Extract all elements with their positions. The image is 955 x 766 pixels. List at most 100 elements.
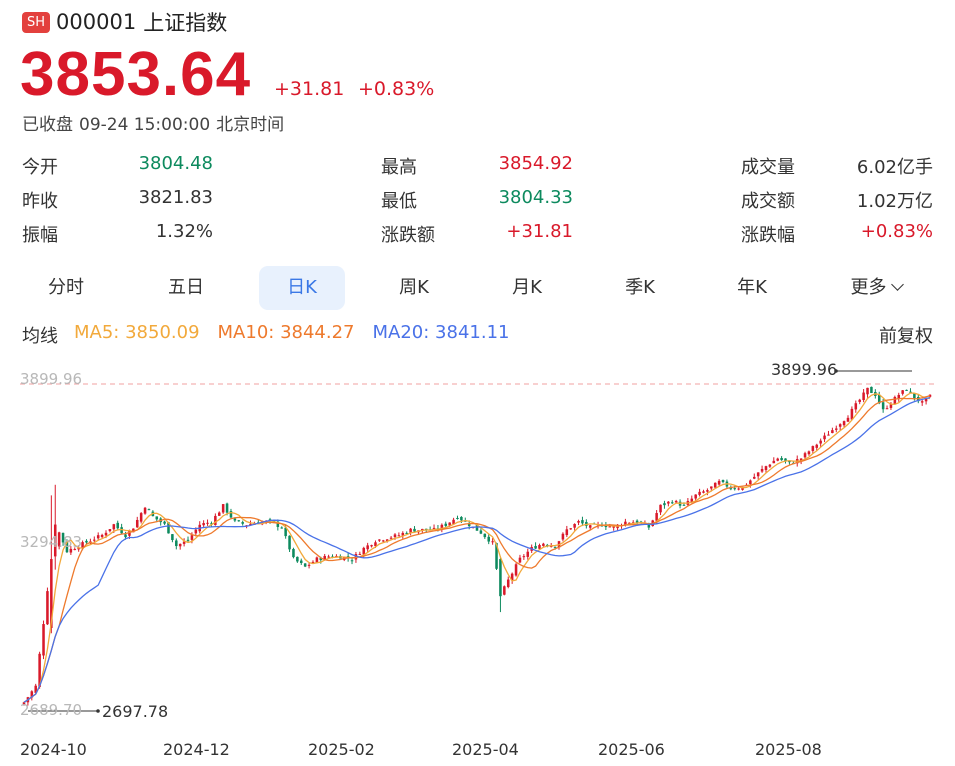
stock-name: 上证指数	[143, 11, 228, 35]
candle-body	[171, 534, 174, 541]
candle-body	[397, 535, 401, 537]
candle-body	[139, 513, 143, 522]
last-price: 3853.64	[20, 40, 252, 109]
x-axis-label: 2024-12	[163, 740, 230, 759]
candle-body	[362, 547, 366, 555]
candle-body	[112, 524, 116, 530]
candle-body	[506, 579, 510, 588]
candle-body	[147, 509, 151, 511]
candle-body	[608, 526, 612, 528]
candle-body	[561, 533, 565, 540]
candle-body	[526, 551, 530, 557]
quote-datetime: 09-24 15:00:00	[79, 115, 211, 135]
candle-body	[838, 424, 842, 427]
candle-body	[768, 464, 772, 467]
candle-body	[764, 466, 768, 471]
candle-body	[483, 533, 487, 538]
candle-body	[382, 540, 385, 542]
stat-value-open: 3804.48	[138, 153, 213, 174]
candle-body	[237, 520, 241, 522]
stat-label-amplitude: 振幅	[22, 225, 58, 246]
tab-intraday[interactable]: 分时	[23, 266, 109, 310]
stat-label-low: 最低	[381, 191, 417, 212]
candle-body	[542, 543, 545, 546]
price-change: +31.81	[274, 78, 345, 100]
candle-body	[96, 535, 100, 539]
candle-body	[698, 491, 701, 495]
candle-body	[299, 560, 303, 563]
candle-body	[303, 563, 307, 567]
candle-body	[893, 396, 897, 405]
price-change-pct: +0.83%	[358, 78, 435, 100]
candle-body	[749, 480, 752, 485]
quote-timezone: 北京时间	[216, 115, 285, 135]
y-axis-label-bottom: 2689.70	[20, 701, 83, 719]
candle-body	[292, 548, 295, 558]
candle-body	[721, 479, 725, 483]
candle-body	[854, 403, 858, 410]
candle-body	[534, 545, 537, 549]
candle-body	[221, 504, 225, 513]
candle-body	[370, 545, 373, 547]
candle-body	[858, 399, 861, 402]
tab-label: 五日	[168, 277, 204, 298]
candle-body	[280, 527, 284, 529]
x-axis-label: 2025-04	[452, 740, 519, 759]
candle-body	[327, 556, 330, 558]
ma5-line	[23, 392, 931, 703]
candle-body	[514, 564, 518, 576]
stat-value-prev-close: 3821.83	[138, 187, 213, 208]
candle-body	[577, 521, 580, 523]
stat-value-low: 3804.33	[498, 187, 573, 208]
candle-body	[190, 535, 194, 540]
candle-body	[315, 557, 319, 563]
candle-body	[674, 500, 678, 503]
tab-yearly-k[interactable]: 年K	[709, 266, 795, 310]
candle-body	[358, 553, 362, 555]
tab-weekly-k[interactable]: 周K	[371, 266, 457, 310]
tab-label: 日K	[287, 277, 317, 298]
candle-body	[811, 446, 815, 451]
candle-body	[581, 520, 584, 524]
candle-body	[569, 528, 572, 530]
candle-body	[307, 564, 311, 566]
tab-label: 季K	[625, 277, 655, 298]
candle-body	[175, 540, 178, 547]
candle-body	[225, 503, 229, 513]
candle-body	[178, 543, 182, 547]
candle-body	[124, 534, 127, 538]
ma20-line	[23, 397, 931, 703]
candle-body	[776, 458, 779, 461]
tab-daily-k[interactable]: 日K	[259, 266, 345, 310]
candle-body	[350, 560, 354, 562]
candle-body	[694, 494, 697, 499]
candle-body	[713, 482, 717, 488]
candle-body	[780, 458, 783, 461]
candle-body	[733, 488, 737, 490]
candle-body	[296, 556, 299, 562]
tab-more[interactable]: 更多	[828, 266, 924, 310]
tab-quarterly-k[interactable]: 季K	[597, 266, 683, 310]
candle-body	[573, 523, 576, 528]
stat-label-volume: 成交量	[741, 157, 795, 178]
stat-label-turnover: 成交额	[741, 191, 795, 212]
candle-body	[842, 421, 846, 426]
candle-body	[706, 490, 709, 492]
max-price-label: 3899.96	[771, 360, 838, 379]
stock-code: 000001	[56, 10, 137, 34]
candle-body	[835, 428, 838, 430]
stat-label-high: 最高	[381, 157, 417, 178]
y-axis-label-top: 3899.96	[20, 370, 83, 388]
candle-body	[752, 476, 756, 479]
candle-body	[116, 522, 119, 529]
candle-body	[202, 523, 205, 526]
candle-body	[881, 402, 885, 410]
candle-body	[409, 528, 412, 533]
stat-label-change-pct: 涨跌幅	[741, 225, 795, 246]
candle-body	[186, 539, 190, 541]
candle-body	[862, 392, 865, 401]
tab-five-day[interactable]: 五日	[143, 266, 229, 310]
market-status: 已收盘	[22, 115, 73, 135]
tab-monthly-k[interactable]: 月K	[484, 266, 570, 310]
candle-body	[823, 435, 826, 440]
